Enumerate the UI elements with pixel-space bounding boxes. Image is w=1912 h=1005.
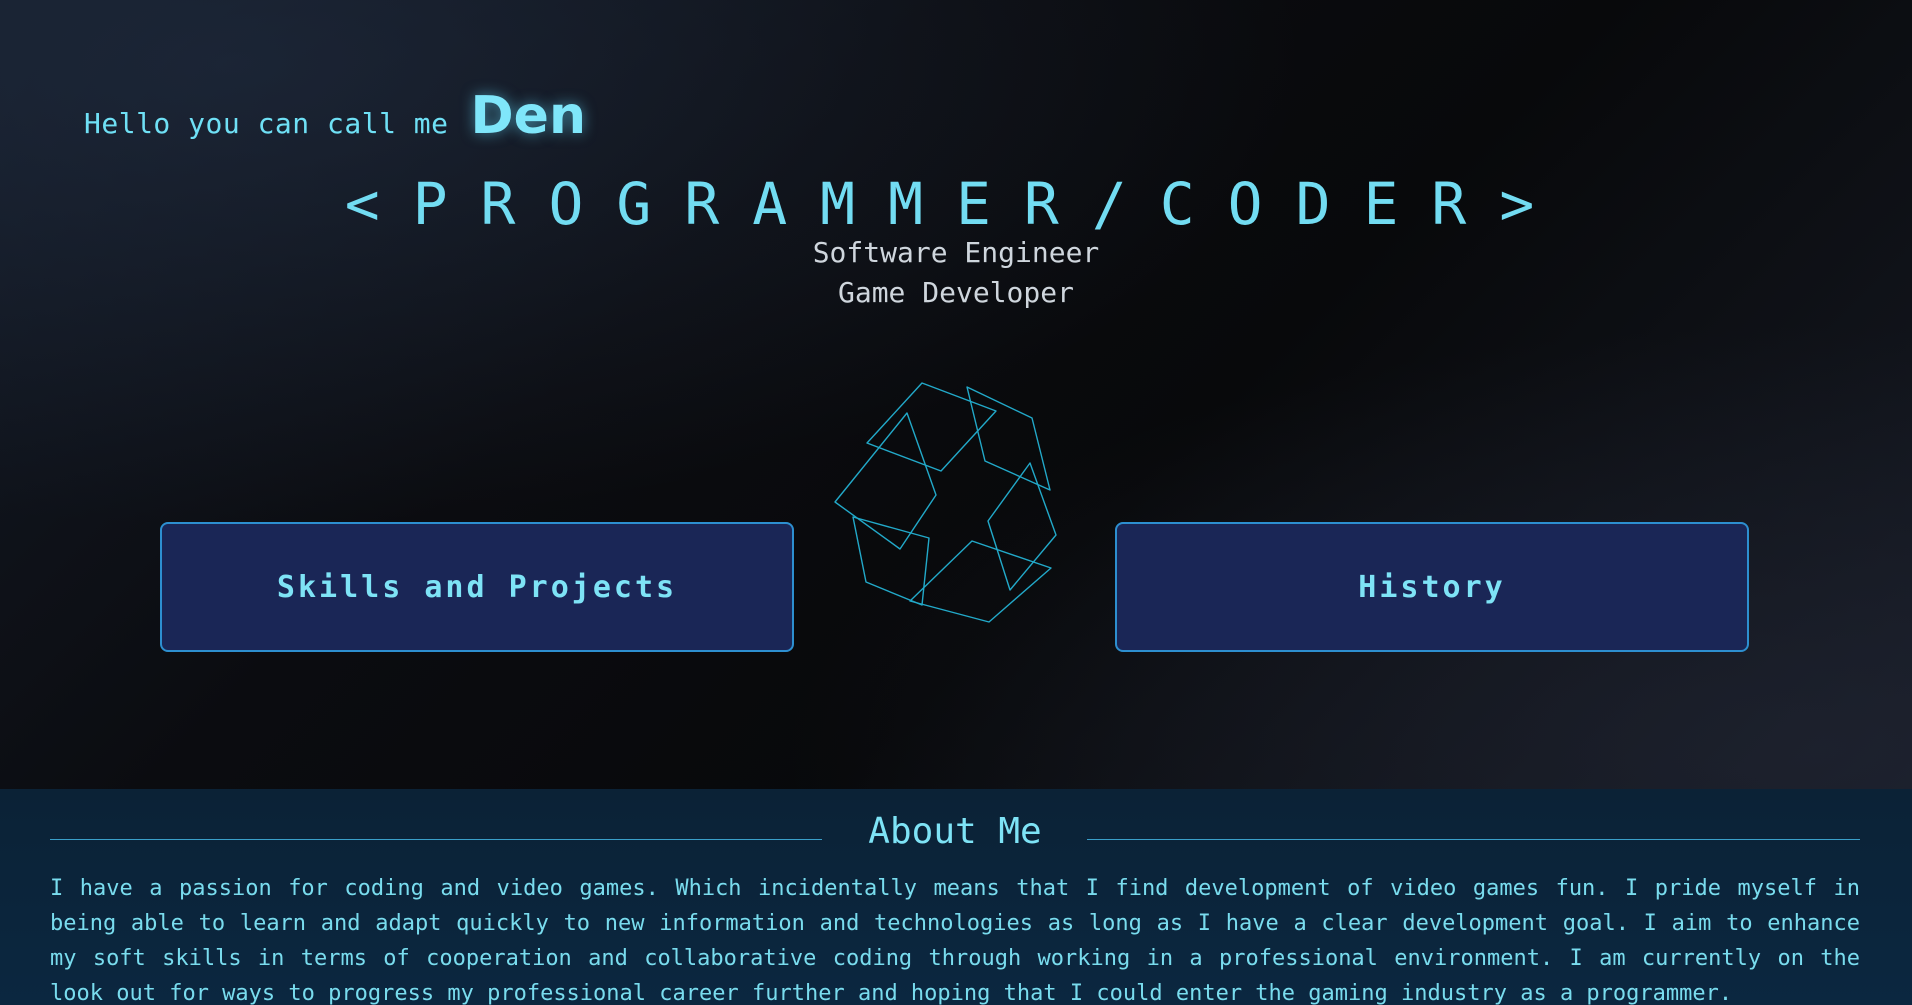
about-header: About Me bbox=[50, 803, 1860, 853]
greeting-name: Den bbox=[470, 86, 586, 146]
greeting: Hello you can call me Den bbox=[84, 86, 586, 146]
greeting-prefix: Hello you can call me bbox=[84, 107, 449, 140]
about-title: About Me bbox=[868, 811, 1042, 852]
role-software-engineer: Software Engineer bbox=[812, 236, 1100, 269]
history-button[interactable]: History bbox=[1115, 522, 1749, 652]
about-section: About Me I have a passion for coding and… bbox=[0, 789, 1912, 1005]
role-game-developer: Game Developer bbox=[837, 276, 1074, 309]
wireframe-cube-icon bbox=[834, 382, 1057, 623]
about-divider-right bbox=[1087, 839, 1860, 840]
portfolio-page: Hello you can call me Den <PROGRAMMER/COD… bbox=[0, 0, 1912, 1005]
hero-section: Hello you can call me Den <PROGRAMMER/COD… bbox=[0, 0, 1912, 789]
skills-and-projects-button[interactable]: Skills and Projects bbox=[160, 522, 794, 652]
about-body: I have a passion for coding and video ga… bbox=[50, 876, 1860, 1005]
headline-title: <PROGRAMMER/CODER> bbox=[344, 170, 1568, 238]
